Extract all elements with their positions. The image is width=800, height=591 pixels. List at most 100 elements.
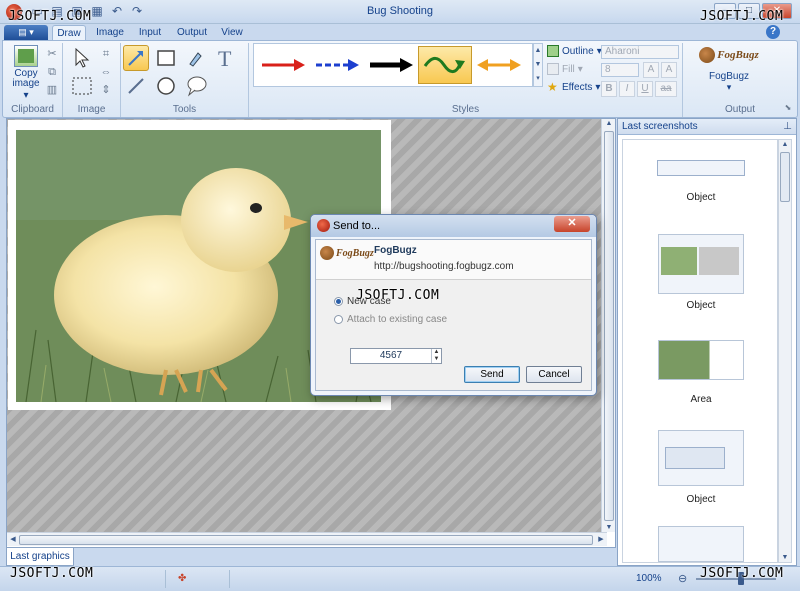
clipboard-group: Copy image ▾ ✂ ⧉ ▥ Clipboard bbox=[3, 43, 63, 117]
flip-horizontal-icon[interactable]: ⇔ bbox=[99, 65, 113, 79]
shrink-font-button[interactable]: A bbox=[661, 62, 677, 78]
tab-draw[interactable]: Draw bbox=[52, 25, 86, 40]
strikethrough-button[interactable]: aa bbox=[655, 81, 677, 97]
existing-case-label: Attach to existing case bbox=[347, 314, 448, 325]
italic-button[interactable]: I bbox=[619, 81, 635, 97]
fill-label: Fill bbox=[562, 63, 575, 75]
line-tool-icon[interactable] bbox=[123, 73, 149, 99]
paste-icon[interactable]: ▥ bbox=[45, 83, 59, 97]
arrow-style-red[interactable] bbox=[256, 46, 310, 84]
dialog-launcher-icon[interactable]: ⬊ bbox=[781, 101, 795, 115]
arrow-style-black[interactable] bbox=[364, 46, 418, 84]
grow-font-button[interactable]: A bbox=[643, 62, 659, 78]
scroll-thumb[interactable] bbox=[19, 535, 593, 545]
color-picker-icon[interactable]: ✤ bbox=[178, 573, 186, 584]
font-name-select[interactable]: Aharoni bbox=[601, 45, 679, 59]
ellipse-tool-icon[interactable] bbox=[153, 73, 179, 99]
list-item[interactable]: Object bbox=[623, 430, 779, 505]
help-icon[interactable]: ? bbox=[766, 25, 780, 39]
scroll-left-icon[interactable]: ◀ bbox=[8, 535, 18, 543]
window-title: Bug Shooting bbox=[366, 5, 434, 17]
pin-icon[interactable]: ⊥ bbox=[783, 119, 792, 134]
effects-dropdown[interactable]: ★ Effects ▾ bbox=[547, 81, 600, 93]
area-select-icon[interactable] bbox=[69, 73, 95, 99]
scroll-down-icon[interactable]: ▼ bbox=[604, 524, 614, 531]
dialog-body: FogBugz FogBugz http://bugshooting.fogbu… bbox=[315, 239, 592, 391]
screenshot-thumbnail bbox=[657, 160, 745, 176]
tools-group-label: Tools bbox=[172, 104, 197, 115]
list-item[interactable]: Object bbox=[623, 234, 779, 311]
outline-dropdown[interactable]: Outline ▾ bbox=[547, 45, 602, 57]
status-color-cell: ✤ bbox=[170, 570, 230, 588]
scroll-up-icon[interactable]: ▲ bbox=[604, 120, 614, 127]
screenshot-thumbnail bbox=[658, 430, 744, 486]
fogbugz-bug-icon bbox=[320, 246, 334, 260]
tab-image[interactable]: Image bbox=[92, 25, 128, 40]
list-item[interactable]: Object bbox=[623, 160, 779, 203]
send-button[interactable]: Send bbox=[464, 366, 520, 383]
rectangle-tool-icon[interactable] bbox=[153, 45, 179, 71]
crop-icon[interactable]: ⌗ bbox=[99, 47, 113, 61]
underline-button[interactable]: U bbox=[637, 81, 653, 97]
select-arrow-icon[interactable] bbox=[69, 45, 95, 71]
radio-selected-indicator bbox=[334, 297, 343, 306]
font-size-select[interactable]: 8 bbox=[601, 63, 639, 77]
list-item[interactable]: Area bbox=[623, 340, 779, 405]
screenshot-thumbnail bbox=[658, 340, 744, 380]
watermark-text: JSOFTJ.COM bbox=[700, 9, 784, 24]
fogbugz-output-label: FogBugz bbox=[708, 71, 750, 82]
panel-scrollbar[interactable]: ▲ ▼ bbox=[778, 139, 792, 563]
callout-tool-icon[interactable] bbox=[183, 73, 209, 99]
chevron-down-icon: ▾ bbox=[726, 82, 732, 92]
dialog-close-button[interactable]: ✕ bbox=[554, 216, 590, 232]
canvas-vertical-scrollbar[interactable]: ▲ ▼ bbox=[601, 119, 615, 532]
arrow-style-orange-double[interactable] bbox=[472, 46, 526, 84]
scroll-thumb[interactable] bbox=[604, 131, 614, 521]
zoom-out-icon[interactable]: ⊖ bbox=[678, 572, 687, 585]
copy-image-button[interactable]: Copy image ▾ bbox=[9, 45, 43, 101]
ribbon: Copy image ▾ ✂ ⧉ ▥ Clipboard ⌗ ⇔ ⇕ Image bbox=[2, 40, 798, 118]
list-item[interactable] bbox=[623, 526, 779, 562]
arrow-tool-icon[interactable] bbox=[123, 45, 149, 71]
fogbugz-logo: FogBugz bbox=[320, 246, 374, 260]
bold-button[interactable]: B bbox=[601, 81, 617, 97]
fill-dropdown[interactable]: Fill ▾ bbox=[547, 63, 583, 75]
marker-tool-icon[interactable] bbox=[183, 45, 209, 71]
scroll-right-icon[interactable]: ▶ bbox=[596, 535, 606, 543]
tab-output[interactable]: Output bbox=[172, 25, 212, 40]
case-number-value: 4567 bbox=[379, 350, 403, 361]
tab-view[interactable]: View bbox=[216, 25, 248, 40]
fogbugz-output-button[interactable]: FogBugz FogBugz ▾ bbox=[699, 43, 759, 93]
tab-last-graphics[interactable]: Last graphics bbox=[6, 548, 74, 566]
cancel-button[interactable]: Cancel bbox=[526, 366, 582, 383]
application-menu-button[interactable]: ▤ ▾ bbox=[4, 25, 48, 40]
panel-header: Last screenshots ⊥ bbox=[618, 119, 796, 135]
send-to-dialog: Send to... ✕ FogBugz FogBugz http://bugs… bbox=[310, 214, 597, 396]
tab-input[interactable]: Input bbox=[134, 25, 166, 40]
arrow-style-blue-dashed[interactable] bbox=[310, 46, 364, 84]
watermark-text: JSOFTJ.COM bbox=[700, 566, 784, 581]
arrow-style-green-wave[interactable] bbox=[418, 46, 472, 84]
screenshot-list: Object Object Area Object bbox=[622, 139, 778, 563]
case-number-input[interactable]: 4567 ▲ ▼ bbox=[350, 348, 442, 364]
title-bar: ▭ ▤ ▣ ▦ ↶ ↷ Bug Shooting – □ ✕ bbox=[0, 0, 800, 24]
scroll-down-icon[interactable]: ▼ bbox=[780, 554, 790, 561]
canvas-horizontal-scrollbar[interactable]: ◀ ▶ bbox=[7, 532, 607, 546]
copy-image-icon bbox=[14, 45, 38, 67]
existing-case-radio[interactable]: Attach to existing case bbox=[334, 314, 447, 325]
chevron-down-icon: ▾ bbox=[577, 63, 583, 75]
watermark-text: JSOFTJ.COM bbox=[356, 288, 440, 303]
output-group-label: Output bbox=[724, 104, 756, 115]
spinner-arrows[interactable]: ▲ ▼ bbox=[431, 349, 441, 363]
copy-icon[interactable]: ⧉ bbox=[45, 65, 59, 79]
styles-group-label: Styles bbox=[451, 104, 480, 115]
clipboard-group-label: Clipboard bbox=[11, 104, 54, 115]
fogbugz-bug-icon bbox=[699, 47, 716, 63]
fogbugz-logo: FogBugz bbox=[699, 43, 759, 67]
cut-icon[interactable]: ✂ bbox=[45, 47, 59, 61]
flip-vertical-icon[interactable]: ⇕ bbox=[99, 83, 113, 97]
scroll-up-icon[interactable]: ▲ bbox=[780, 141, 790, 148]
scroll-thumb[interactable] bbox=[780, 152, 790, 202]
text-tool-icon[interactable]: T bbox=[213, 45, 239, 71]
gallery-scroll[interactable]: ▲ ▼ ▾ bbox=[533, 43, 543, 87]
